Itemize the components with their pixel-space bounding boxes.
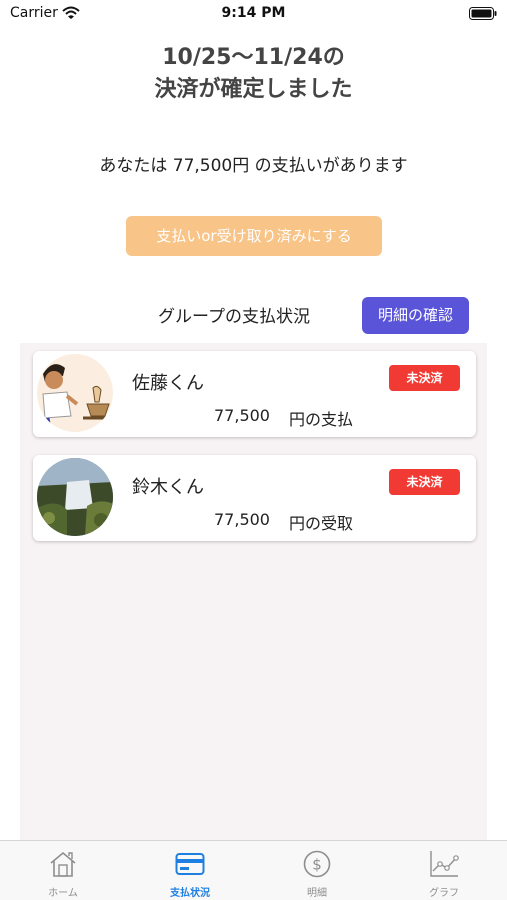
payment-amount-text: あなたは 77,500円 の支払いがあります: [99, 156, 408, 176]
card-icon: [175, 853, 205, 875]
view-details-button[interactable]: 明細の確認: [362, 297, 469, 334]
mark-settled-button[interactable]: 支払いor受け取り済みにする: [126, 216, 382, 256]
member-amount-type: 円の支払: [289, 410, 354, 429]
chart-icon: [430, 851, 459, 877]
tab-statement[interactable]: $ 明細: [254, 841, 380, 900]
member-amount-type: 円の受取: [289, 514, 354, 533]
member-name: 佐藤くん: [132, 373, 204, 394]
cartoon-avatar-image: [37, 354, 113, 432]
status-badge: 未決済: [389, 469, 460, 495]
tab-home[interactable]: ホーム: [0, 841, 126, 900]
member-amount: 77,500: [214, 406, 270, 425]
home-icon: [50, 851, 76, 877]
app-screen: Carrier 9:14 PM 10/25〜11/24の 決済が確定しました あ…: [0, 0, 507, 900]
page-title: 10/25〜11/24の 決済が確定しました: [0, 42, 507, 106]
tab-label: グラフ: [429, 888, 459, 899]
tab-graph[interactable]: グラフ: [381, 841, 507, 900]
member-card-sato[interactable]: 佐藤くん 未決済 77,500 円の支払: [33, 351, 476, 437]
member-list: 佐藤くん 未決済 77,500 円の支払 鈴木くん 未決済 77,500 円の受…: [20, 343, 487, 843]
tab-payment-status[interactable]: 支払状況: [127, 841, 253, 900]
tab-label: ホーム: [48, 888, 78, 899]
title-confirmed: 決済が確定しました: [154, 77, 353, 102]
member-name: 鈴木くん: [132, 477, 204, 498]
svg-text:$: $: [312, 856, 322, 874]
status-bar: Carrier 9:14 PM: [0, 0, 507, 30]
tab-bar: ホーム 支払状況 $ 明細 グラフ: [0, 840, 507, 900]
tab-label: 支払状況: [170, 888, 210, 899]
avatar: [37, 458, 113, 536]
avatar: [37, 354, 113, 432]
title-period: 10/25〜11/24の: [162, 45, 345, 70]
waterfall-photo-avatar-image: [37, 458, 113, 536]
member-amount: 77,500: [214, 510, 270, 529]
tab-label: 明細: [307, 888, 327, 899]
status-time: 9:14 PM: [221, 5, 286, 21]
member-card-suzuki[interactable]: 鈴木くん 未決済 77,500 円の受取: [33, 455, 476, 541]
battery-icon: [469, 7, 497, 20]
status-badge: 未決済: [389, 365, 460, 391]
group-status-label: グループの支払状況: [158, 307, 310, 327]
dollar-icon: $: [303, 850, 331, 878]
